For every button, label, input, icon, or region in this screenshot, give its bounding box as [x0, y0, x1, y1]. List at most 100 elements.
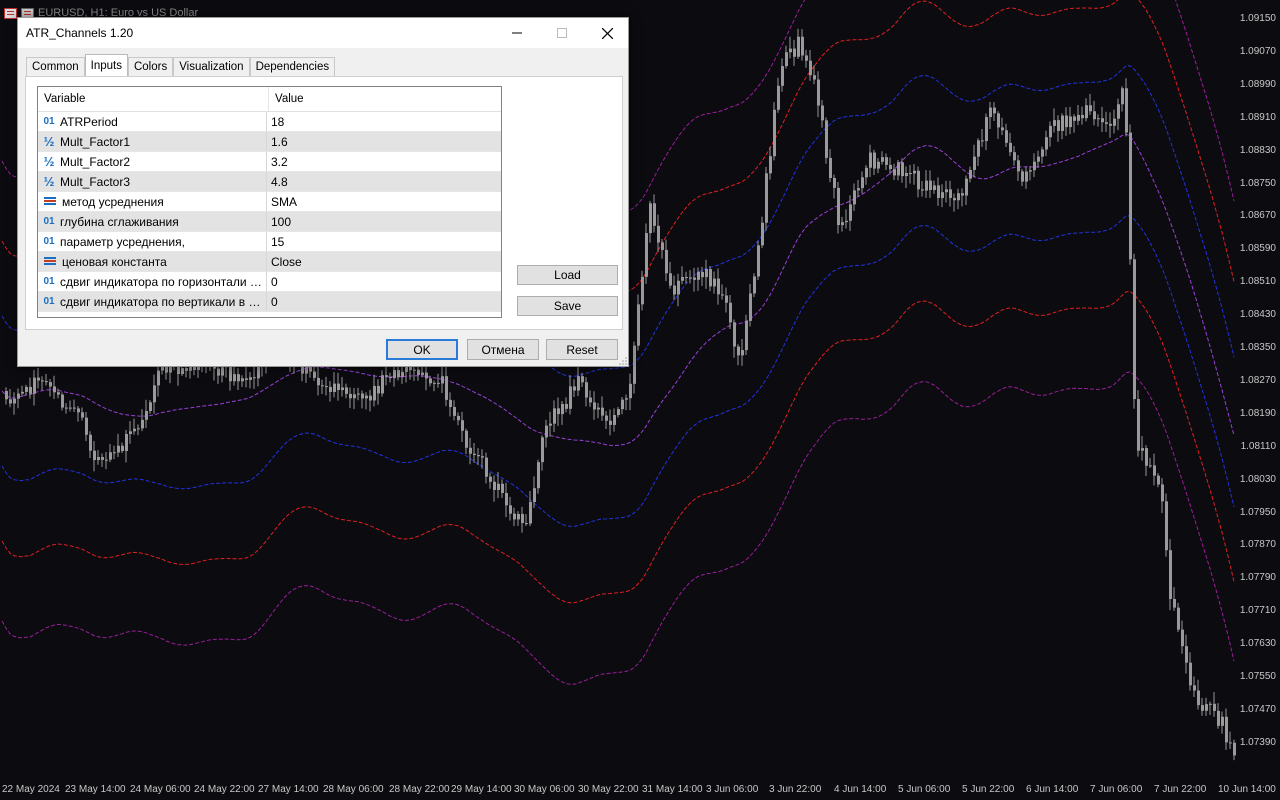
table-row[interactable]: ½ Mult_Factor1 1.6: [38, 132, 501, 152]
price-tick-label: 1.07710: [1239, 605, 1276, 617]
param-value[interactable]: 1.6: [267, 132, 288, 151]
price-tick-label: 1.08910: [1239, 111, 1276, 123]
minimize-button[interactable]: [494, 18, 540, 48]
param-name-cell: ценовая константа: [38, 252, 267, 271]
param-name: сдвиг индикатора по вертикали в пу...: [60, 294, 266, 309]
price-tick-label: 1.08190: [1239, 407, 1276, 419]
close-icon: [601, 27, 613, 39]
int-icon: 01: [43, 216, 55, 227]
load-button[interactable]: Load: [517, 265, 618, 285]
dialog-titlebar[interactable]: ATR_Channels 1.20: [18, 18, 628, 48]
param-name-cell: ½ Mult_Factor3: [38, 172, 267, 191]
param-name: глубина сглаживания: [60, 214, 179, 229]
maximize-button: [539, 18, 585, 48]
tab-dependencies[interactable]: Dependencies: [249, 57, 336, 76]
tab-common[interactable]: Common: [26, 57, 85, 76]
table-row[interactable]: ½ Mult_Factor2 3.2: [38, 152, 501, 172]
table-row[interactable]: 01 параметр усреднения, 15: [38, 232, 501, 252]
price-tick-label: 1.07950: [1239, 506, 1276, 518]
time-tick-label: 7 Jun 22:00: [1154, 784, 1207, 795]
tab-colors[interactable]: Colors: [127, 57, 174, 76]
param-name-cell: 01 сдвиг индикатора по вертикали в пу...: [38, 292, 267, 311]
price-tick-label: 1.08750: [1239, 177, 1276, 189]
param-name: ATRPeriod: [60, 114, 118, 129]
time-tick-label: 6 Jun 14:00: [1026, 784, 1079, 795]
tab-visualization[interactable]: Visualization: [173, 57, 250, 76]
price-tick-label: 1.07790: [1239, 572, 1276, 584]
table-row[interactable]: 01 сдвиг индикатора по горизонтали в б...…: [38, 272, 501, 292]
param-name: сдвиг индикатора по горизонтали в б...: [60, 274, 266, 289]
time-tick-label: 24 May 06:00: [130, 784, 191, 795]
price-tick-label: 1.09070: [1239, 45, 1276, 57]
enum-icon: [44, 257, 56, 266]
double-icon: ½: [43, 154, 55, 169]
param-name: Mult_Factor3: [60, 174, 131, 189]
column-header-value[interactable]: Value: [269, 87, 304, 111]
price-tick-label: 1.08030: [1239, 473, 1276, 485]
table-row[interactable]: 01 ATRPeriod 18: [38, 112, 501, 132]
price-tick-label: 1.08510: [1239, 276, 1276, 288]
time-tick-label: 24 May 22:00: [194, 784, 255, 795]
price-tick-label: 1.08670: [1239, 210, 1276, 222]
minimize-icon: [512, 32, 522, 34]
inputs-table: Variable Value 01 ATRPeriod 18 ½ Mult_Factor…: [37, 86, 502, 318]
param-name-cell: 01 ATRPeriod: [38, 112, 267, 131]
param-value[interactable]: 100: [267, 212, 291, 231]
int-icon: 01: [43, 236, 55, 247]
table-header: Variable Value: [38, 87, 501, 112]
param-name-cell: 01 сдвиг индикатора по горизонтали в б...: [38, 272, 267, 291]
param-value[interactable]: 15: [267, 232, 284, 251]
int-icon: 01: [43, 296, 55, 307]
time-tick-label: 3 Jun 06:00: [706, 784, 759, 795]
table-row[interactable]: 01 глубина сглаживания 100: [38, 212, 501, 232]
table-row[interactable]: ценовая константа Close: [38, 252, 501, 272]
price-tick-label: 1.08350: [1239, 342, 1276, 353]
param-value[interactable]: 18: [267, 112, 284, 131]
param-value[interactable]: SMA: [267, 192, 297, 211]
dialog-title: ATR_Channels 1.20: [26, 26, 134, 40]
table-row[interactable]: метод усреднения SMA: [38, 192, 501, 212]
resize-grip-icon[interactable]: [619, 357, 627, 365]
param-name: Mult_Factor2: [60, 154, 131, 169]
time-tick-label: 23 May 14:00: [65, 784, 126, 795]
param-name-cell: 01 параметр усреднения,: [38, 232, 267, 251]
indicator-dialog: ATR_Channels 1.20 Common Inputs Colors V…: [17, 17, 629, 367]
param-name: ценовая константа: [62, 254, 167, 269]
price-tick-label: 1.08430: [1239, 309, 1276, 321]
table-body: 01 ATRPeriod 18 ½ Mult_Factor1 1.6 ½ Mult_Facto…: [38, 112, 501, 312]
param-name: метод усреднения: [62, 194, 164, 209]
price-tick-label: 1.08590: [1239, 243, 1276, 255]
price-tick-label: 1.07630: [1239, 638, 1276, 650]
price-tick-label: 1.07470: [1239, 703, 1276, 715]
param-name-cell: ½ Mult_Factor1: [38, 132, 267, 151]
param-value[interactable]: 0: [267, 292, 278, 311]
param-name-cell: 01 глубина сглаживания: [38, 212, 267, 231]
time-tick-label: 7 Jun 06:00: [1090, 784, 1143, 795]
param-value[interactable]: 0: [267, 272, 278, 291]
price-tick-label: 1.08110: [1240, 440, 1276, 452]
inputs-panel: Variable Value 01 ATRPeriod 18 ½ Mult_Factor…: [25, 76, 623, 330]
dialog-tabs: Common Inputs Colors Visualization Depen…: [26, 54, 336, 76]
param-name-cell: метод усреднения: [38, 192, 267, 211]
column-header-variable[interactable]: Variable: [38, 87, 269, 111]
double-icon: ½: [43, 134, 55, 149]
param-value[interactable]: Close: [267, 252, 302, 271]
ok-button[interactable]: OK: [386, 339, 458, 360]
close-button[interactable]: [584, 18, 630, 48]
reset-button[interactable]: Reset: [546, 339, 618, 360]
time-tick-label: 4 Jun 14:00: [834, 784, 887, 795]
time-tick-label: 28 May 06:00: [323, 784, 384, 795]
time-tick-label: 3 Jun 22:00: [769, 784, 822, 795]
cancel-button[interactable]: Отмена: [467, 339, 539, 360]
table-row[interactable]: ½ Mult_Factor3 4.8: [38, 172, 501, 192]
save-button[interactable]: Save: [517, 296, 618, 316]
time-tick-label: 28 May 22:00: [389, 784, 450, 795]
table-row[interactable]: 01 сдвиг индикатора по вертикали в пу... 0: [38, 292, 501, 312]
param-value[interactable]: 4.8: [267, 172, 288, 191]
price-tick-label: 1.07550: [1239, 671, 1276, 682]
chart-symbol-icon: [4, 7, 17, 19]
param-value[interactable]: 3.2: [267, 152, 288, 171]
int-icon: 01: [43, 276, 55, 287]
tab-inputs[interactable]: Inputs: [84, 54, 128, 76]
maximize-icon: [557, 28, 567, 38]
